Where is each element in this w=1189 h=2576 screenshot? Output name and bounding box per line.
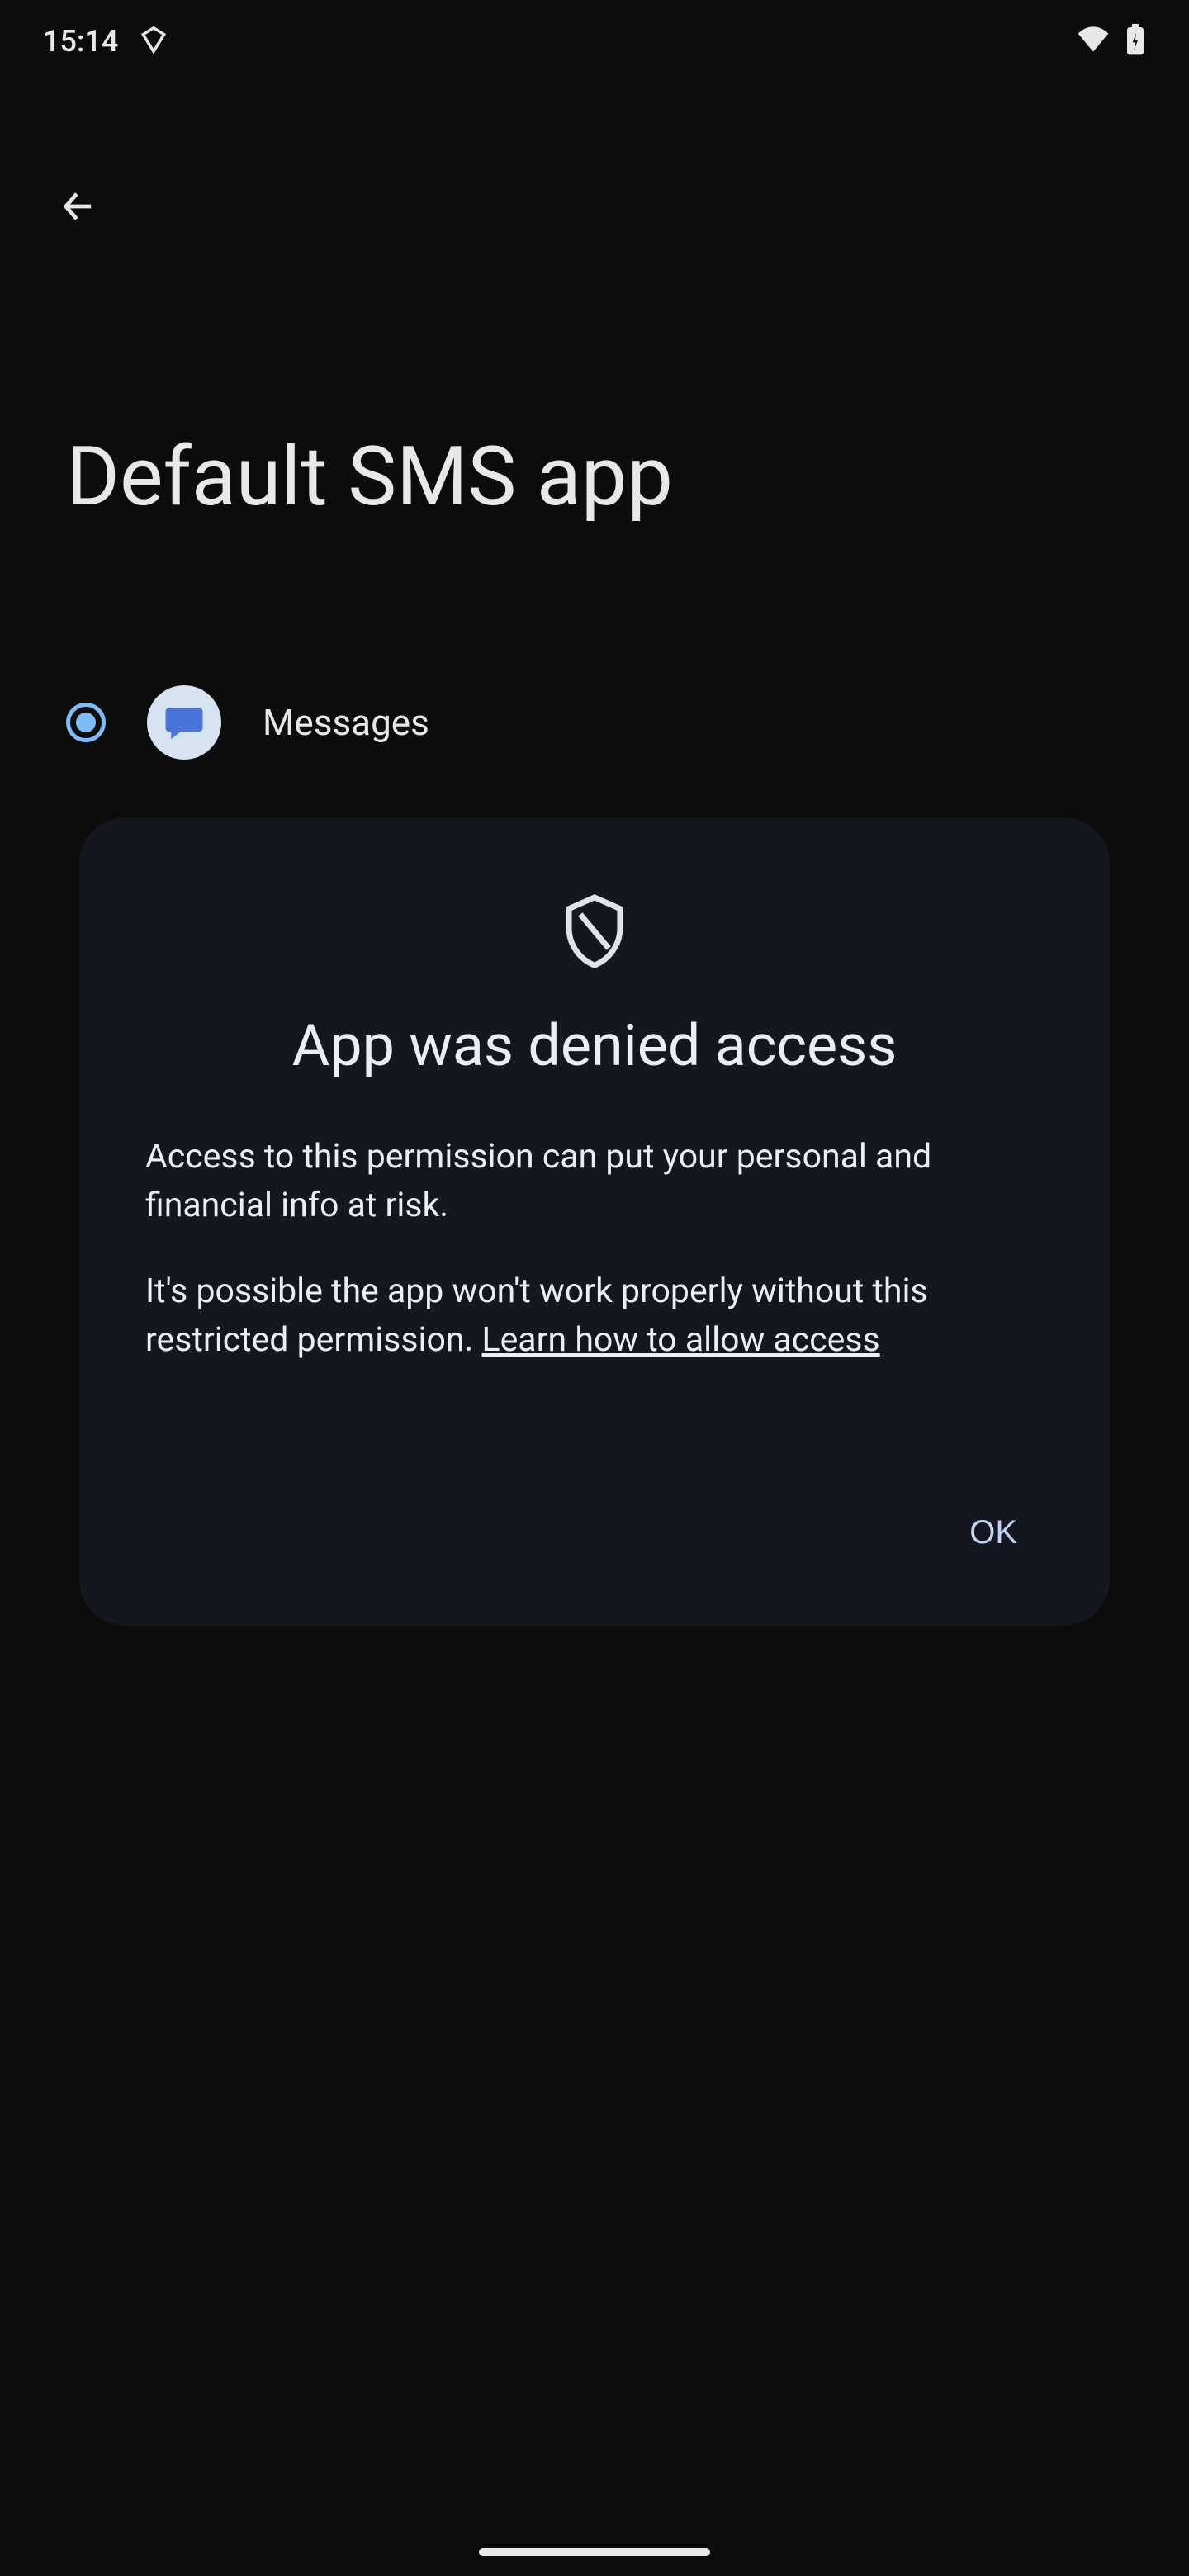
ok-button[interactable]: OK: [943, 1498, 1044, 1568]
back-button[interactable]: [50, 178, 107, 235]
status-right: [1075, 21, 1146, 61]
status-bar: 15:14: [0, 0, 1189, 83]
messages-app-icon: [147, 685, 221, 760]
dialog-body-1: Access to this permission can put your p…: [145, 1133, 1044, 1231]
dialog-actions: OK: [145, 1498, 1044, 1568]
shield-icon: [145, 892, 1044, 971]
radio-selected[interactable]: [66, 703, 106, 742]
gesture-nav-bar[interactable]: [479, 2548, 710, 2556]
wifi-icon: [1075, 21, 1111, 61]
app-name-label: Messages: [263, 701, 429, 744]
app-row-messages[interactable]: Messages: [66, 685, 1123, 760]
status-left: 15:14: [43, 24, 169, 59]
vpn-icon: [138, 24, 169, 59]
dialog-body-2: It's possible the app won't work properl…: [145, 1267, 1044, 1366]
battery-charging-icon: [1125, 23, 1146, 59]
permission-denied-dialog: App was denied access Access to this per…: [79, 817, 1110, 1626]
page-title: Default SMS app: [66, 429, 673, 525]
radio-inner: [76, 713, 96, 732]
status-time: 15:14: [43, 24, 118, 59]
dialog-title: App was denied access: [145, 1012, 1044, 1080]
dialog-body: Access to this permission can put your p…: [145, 1133, 1044, 1366]
learn-more-link[interactable]: Learn how to allow access: [481, 1320, 879, 1360]
